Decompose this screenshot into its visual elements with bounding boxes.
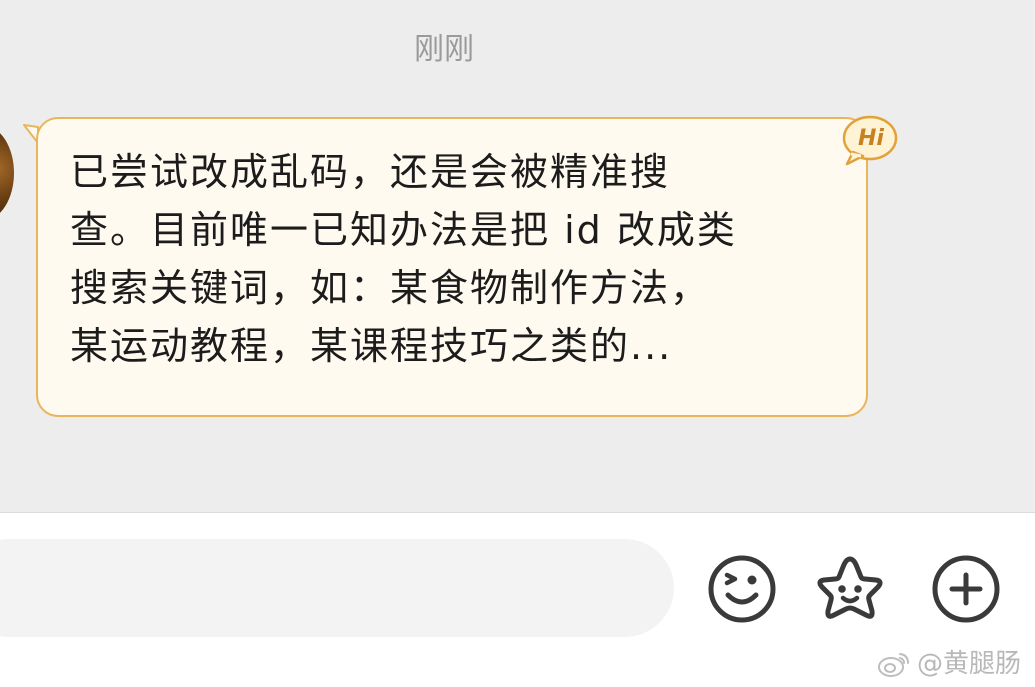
sender-avatar[interactable] — [0, 126, 14, 220]
message-timestamp: 刚刚 — [414, 32, 474, 67]
plus-circle-icon — [932, 555, 1000, 623]
chat-screen: 刚刚 已尝试改成乱码，还是会被精准搜 查。目前唯一已知办法是把 id 改成类 搜… — [0, 0, 1035, 687]
hi-badge-label: Hi — [858, 126, 884, 151]
message-list[interactable]: 刚刚 已尝试改成乱码，还是会被精准搜 查。目前唯一已知办法是把 id 改成类 搜… — [0, 0, 1035, 512]
sticker-button[interactable] — [814, 553, 886, 625]
weibo-logo-icon — [877, 653, 909, 677]
star-face-icon — [817, 556, 883, 619]
message-text: 已尝试改成乱码，还是会被精准搜 查。目前唯一已知办法是把 id 改成类 搜索关键… — [70, 150, 737, 368]
watermark-text: @黄腿肠 — [916, 649, 1021, 679]
message-bubble-body: 已尝试改成乱码，还是会被精准搜 查。目前唯一已知办法是把 id 改成类 搜索关键… — [36, 117, 868, 417]
input-bar: @黄腿肠 — [0, 512, 1035, 687]
emoji-button[interactable] — [706, 553, 778, 625]
smile-wink-icon — [708, 555, 776, 623]
message-bubble[interactable]: 已尝试改成乱码，还是会被精准搜 查。目前唯一已知办法是把 id 改成类 搜索关键… — [22, 117, 868, 417]
watermark: @黄腿肠 — [877, 647, 1021, 681]
more-button[interactable] — [930, 553, 1002, 625]
message-input[interactable] — [0, 539, 674, 637]
